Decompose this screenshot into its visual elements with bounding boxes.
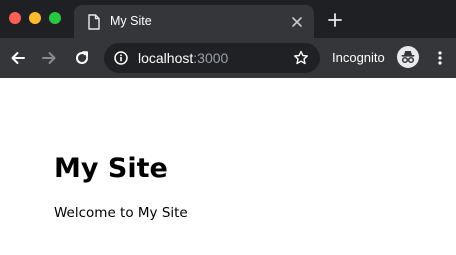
window-minimize-button[interactable] bbox=[29, 12, 41, 24]
page-content: My Site Welcome to My Site bbox=[0, 78, 456, 255]
tab-my-site[interactable]: My Site bbox=[74, 5, 314, 38]
welcome-text: Welcome to My Site bbox=[54, 205, 188, 221]
info-icon[interactable] bbox=[114, 51, 128, 65]
page-title: My Site bbox=[54, 153, 168, 184]
tab-title: My Site bbox=[110, 14, 152, 28]
back-arrow-icon[interactable] bbox=[10, 50, 26, 66]
url-port: :3000 bbox=[193, 50, 229, 66]
reload-icon[interactable] bbox=[74, 50, 90, 66]
window-close-button[interactable] bbox=[9, 12, 21, 24]
more-menu-icon[interactable] bbox=[436, 50, 444, 66]
new-tab-icon[interactable] bbox=[328, 13, 342, 27]
forward-arrow-icon[interactable] bbox=[41, 50, 57, 66]
document-icon bbox=[88, 14, 100, 30]
bookmark-star-icon[interactable] bbox=[293, 50, 309, 66]
url-text[interactable]: localhost:3000 bbox=[138, 50, 228, 66]
url-host: localhost bbox=[138, 50, 194, 66]
close-icon[interactable] bbox=[290, 15, 304, 29]
incognito-icon[interactable] bbox=[397, 46, 419, 68]
address-bar[interactable]: localhost:3000 bbox=[104, 43, 320, 73]
tab-strip: My Site bbox=[0, 0, 456, 38]
browser-window: My Site localhost:3000 Incognito My Site… bbox=[0, 0, 456, 255]
window-maximize-button[interactable] bbox=[49, 12, 61, 24]
toolbar: localhost:3000 Incognito bbox=[0, 38, 456, 78]
incognito-label[interactable]: Incognito bbox=[332, 50, 385, 66]
